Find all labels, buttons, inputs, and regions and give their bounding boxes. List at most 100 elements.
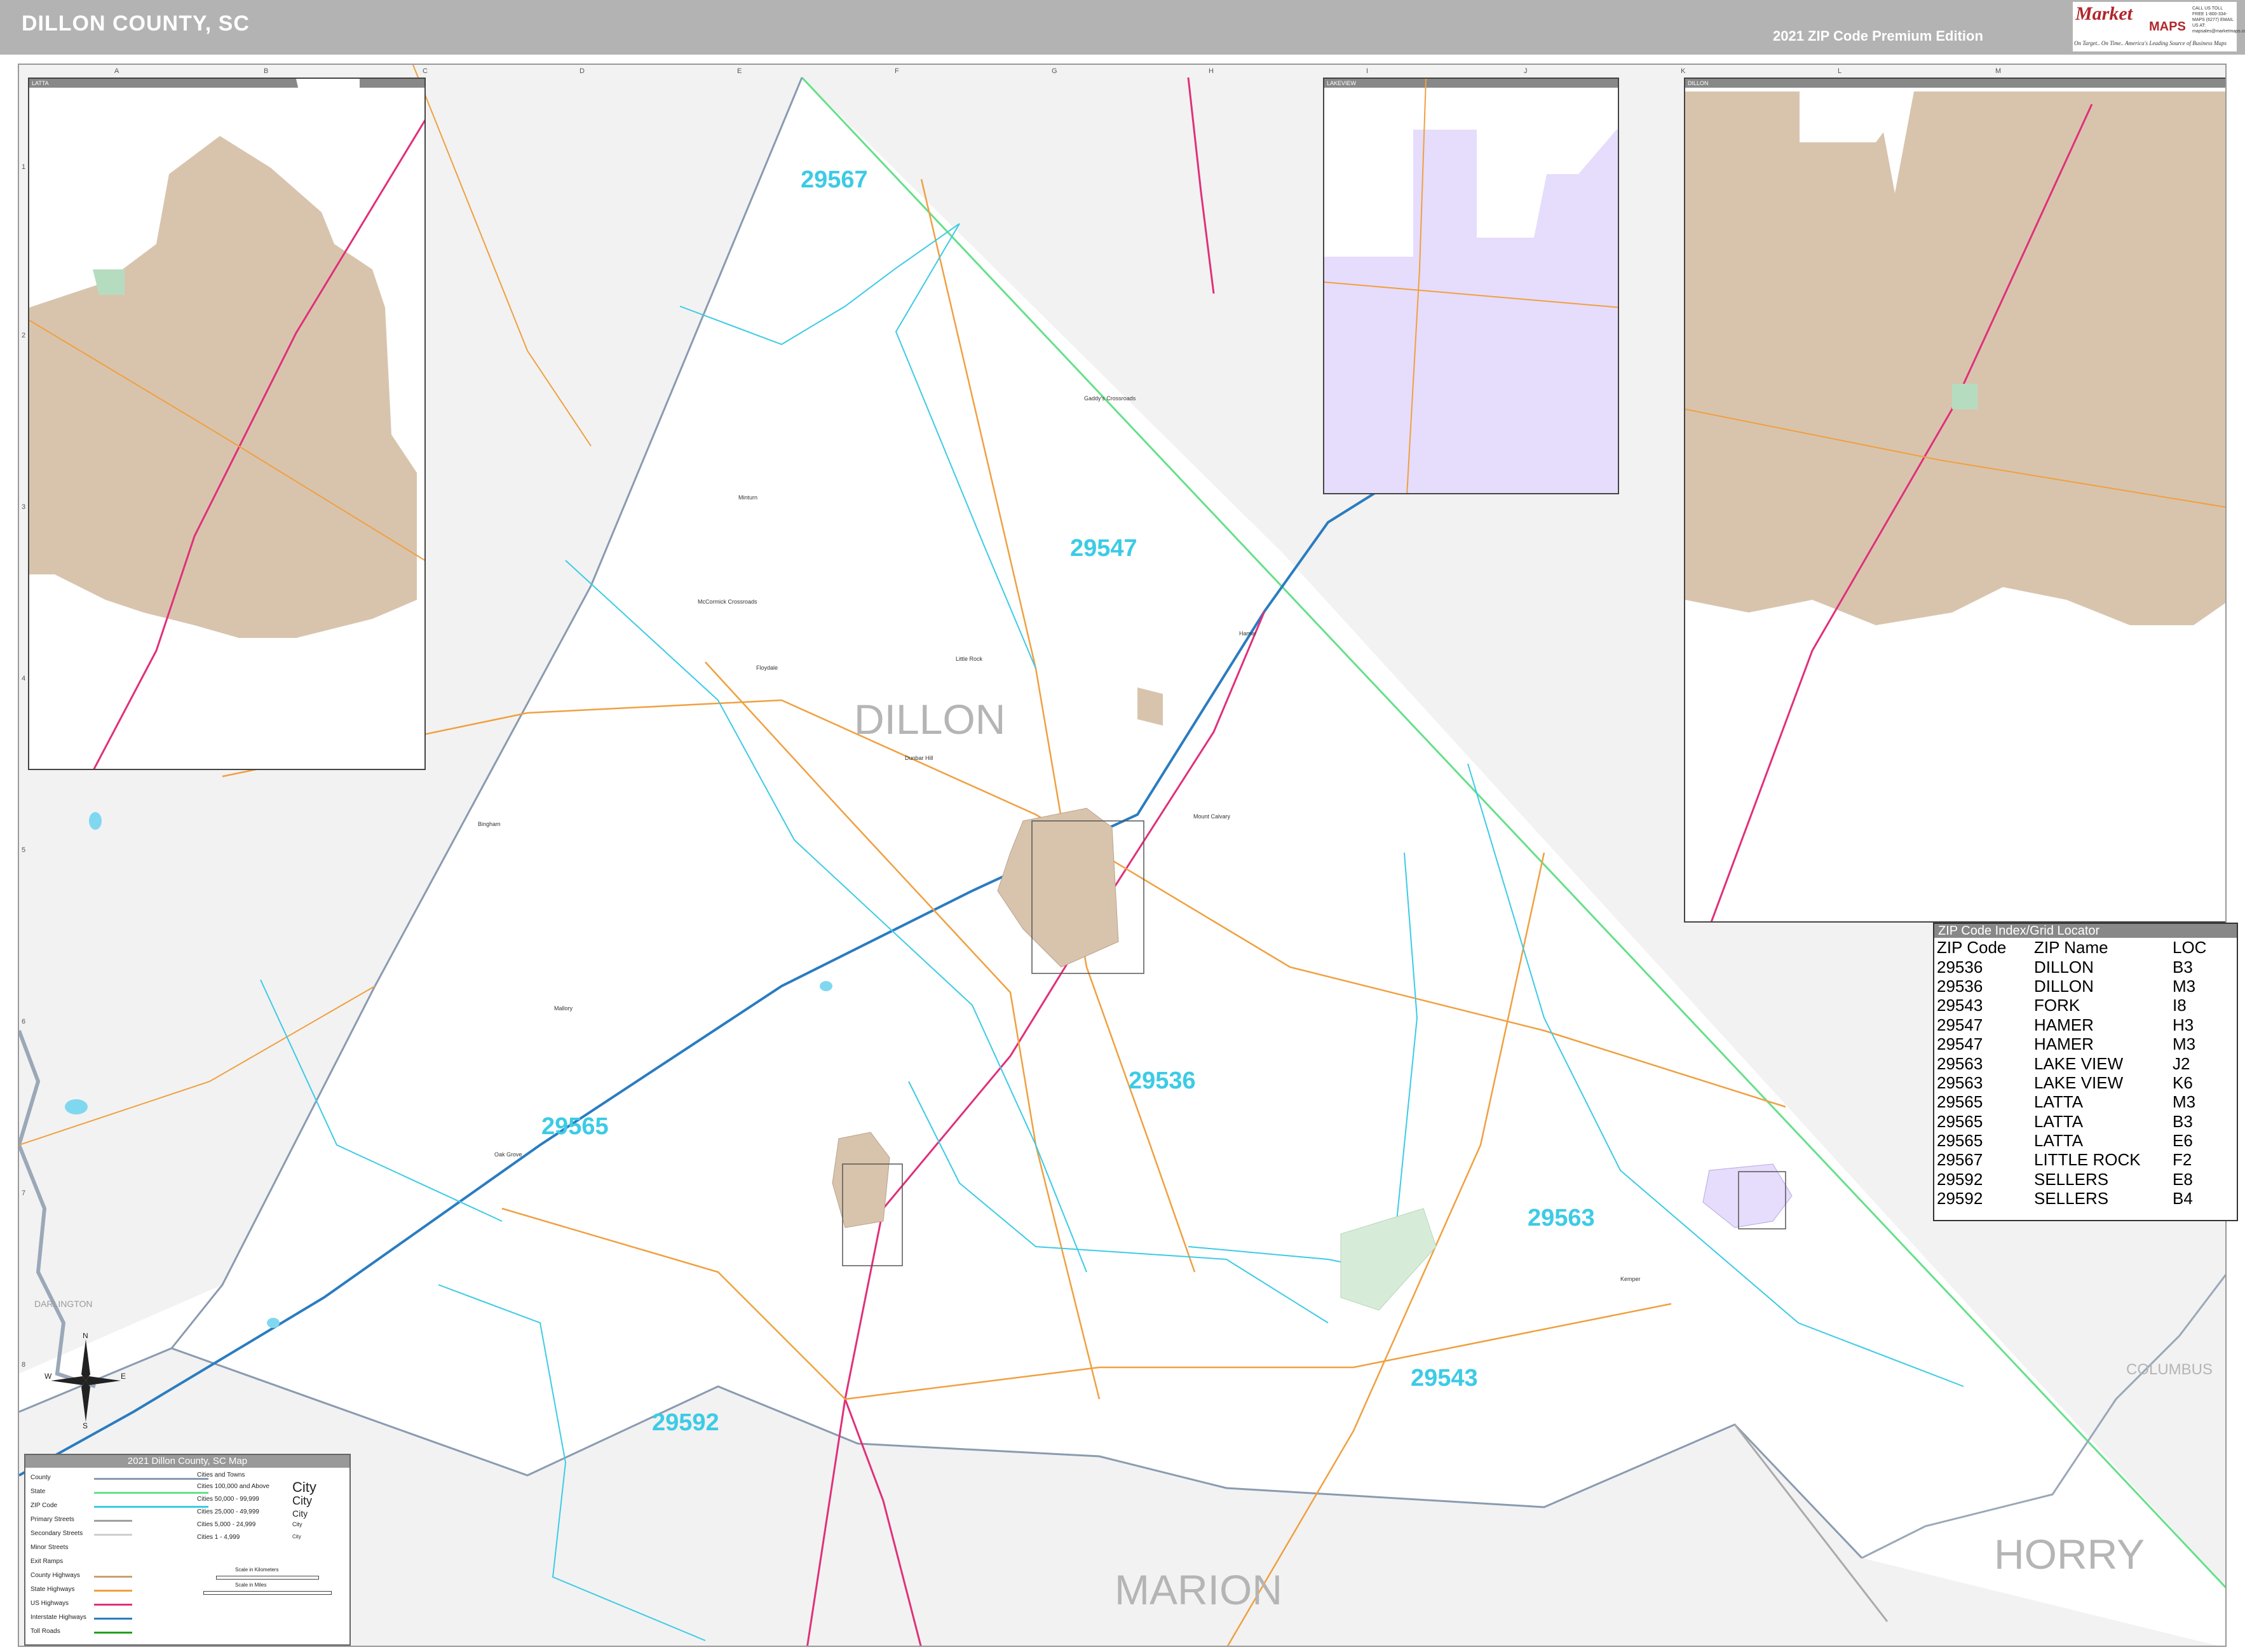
- county-label-marion: MARION: [1115, 1566, 1282, 1613]
- grid-col-h: H: [1209, 67, 1214, 75]
- place-label: Little Rock: [956, 656, 983, 662]
- legend-item: County: [31, 1474, 51, 1481]
- legend-swatch-state: [94, 1492, 208, 1494]
- zip-loc-cell: B3: [2173, 957, 2193, 977]
- zip-code-cell: 29592: [1937, 1169, 1983, 1189]
- grid-col-c: C: [423, 67, 428, 75]
- map-legend: 2021 Dillon County, SC Map County State …: [24, 1454, 351, 1646]
- compass-w: W: [44, 1372, 52, 1381]
- edition-label: 2021 ZIP Code Premium Edition: [1773, 28, 1983, 44]
- zip-name-cell: HAMER: [2034, 1015, 2094, 1034]
- grid-col-a: A: [114, 67, 119, 75]
- place-label: Minturn: [738, 494, 758, 501]
- zip-loc-cell: H3: [2173, 1015, 2194, 1034]
- legend-item: State: [31, 1488, 46, 1495]
- inset-latta[interactable]: LATTA: [28, 78, 426, 770]
- table-row: 29592 SELLERS B4: [1934, 1189, 2237, 1208]
- zip-code-cell: 29563: [1937, 1053, 1983, 1073]
- inset-lakeview[interactable]: LAKEVIEW: [1323, 78, 1619, 494]
- legend-title: 2021 Dillon County, SC Map: [25, 1455, 349, 1468]
- zip-label-29567: 29567: [801, 166, 868, 193]
- inset-dillon[interactable]: DILLON: [1684, 78, 2225, 923]
- zip-label-29547: 29547: [1070, 535, 1137, 562]
- zip-loc-cell: K6: [2173, 1073, 2193, 1092]
- grid-row-2: 2: [22, 332, 26, 339]
- zip-name-cell: DILLON: [2034, 976, 2094, 996]
- zip-name-cell: LAKE VIEW: [2034, 1053, 2124, 1073]
- grid-row-5: 5: [22, 846, 26, 854]
- grid-row-8: 8: [22, 1361, 26, 1369]
- legend-swatch-us-hwy: [94, 1604, 132, 1606]
- place-label: Bingham: [478, 821, 501, 827]
- compass-n: N: [83, 1333, 88, 1340]
- zip-code-cell: 29547: [1937, 1034, 1983, 1054]
- place-label: Kemper: [1620, 1276, 1641, 1282]
- legend-cities-heading: Cities and Towns: [197, 1472, 245, 1479]
- table-row: 29536 DILLON M3: [1934, 977, 2237, 996]
- inset-latta-map: [29, 79, 424, 769]
- legend-scale-km: Scale in Kilometers: [235, 1567, 279, 1573]
- table-row: 29547 HAMER M3: [1934, 1034, 2237, 1053]
- grid-col-f: F: [895, 67, 899, 75]
- zip-name-cell: DILLON: [2034, 957, 2094, 977]
- legend-city-class: Cities 1 - 4,999: [197, 1534, 240, 1541]
- place-label: Mount Calvary: [1193, 813, 1231, 820]
- place-label: Gaddy's Crossroads: [1084, 395, 1136, 402]
- place-label: Mallory: [554, 1005, 573, 1012]
- legend-city-sample: City: [292, 1521, 302, 1527]
- zip-loc-cell: M3: [2173, 1092, 2196, 1112]
- legend-item: ZIP Code: [31, 1502, 58, 1509]
- grid-row-1: 1: [22, 163, 26, 171]
- inset-lakeview-map: [1324, 79, 1618, 493]
- zip-name-cell: FORK: [2034, 996, 2080, 1015]
- zip-name-cell: LATTA: [2034, 1131, 2084, 1151]
- table-row: 29547 HAMER H3: [1934, 1015, 2237, 1034]
- logo-contact: CALL US TOLL FREE 1-800-334-MAPS (6277) …: [2192, 6, 2245, 34]
- table-row: 29592 SELLERS E8: [1934, 1170, 2237, 1189]
- logo-brand-bottom: MAPS: [2149, 20, 2186, 34]
- zip-label-29565: 29565: [541, 1113, 609, 1140]
- table-row: 29565 LATTA B3: [1934, 1112, 2237, 1131]
- zip-code-cell: 29536: [1937, 957, 1983, 977]
- zip-loc-cell: M3: [2173, 976, 2196, 996]
- place-label: Floydale: [756, 665, 778, 671]
- county-label-columbus: COLUMBUS: [2126, 1361, 2213, 1378]
- zip-index-col: ZIP Code: [1937, 938, 2007, 958]
- zip-index-panel: ZIP Code Index/Grid Locator ZIP Code ZIP…: [1933, 923, 2238, 1221]
- zip-code-cell: 29536: [1937, 976, 1983, 996]
- legend-swatch-state-hwy: [94, 1590, 132, 1592]
- legend-swatch-interstate: [94, 1618, 132, 1620]
- county-label-darlington: DARLINGTON: [34, 1299, 93, 1309]
- zip-loc-cell: E8: [2173, 1169, 2193, 1189]
- zip-label-29592: 29592: [652, 1409, 719, 1436]
- legend-item: Toll Roads: [31, 1628, 60, 1635]
- zip-code-cell: 29567: [1937, 1150, 1983, 1170]
- zip-name-cell: LATTA: [2034, 1111, 2084, 1131]
- zip-label-29536: 29536: [1129, 1067, 1196, 1094]
- compass-s: S: [83, 1421, 88, 1428]
- legend-swatch-primary: [94, 1520, 132, 1522]
- zip-name-cell: HAMER: [2034, 1034, 2094, 1054]
- zip-code-cell: 29547: [1937, 1015, 1983, 1034]
- map-area[interactable]: A B C D E F G H I J K L M 1 2 3 4 5 6 7 …: [18, 64, 2227, 1647]
- zip-loc-cell: M3: [2173, 1034, 2196, 1054]
- header-bar: DILLON COUNTY, SC 2021 ZIP Code Premium …: [0, 0, 2245, 55]
- zip-index-title: ZIP Code Index/Grid Locator: [1934, 924, 2237, 938]
- legend-swatch-zip: [94, 1506, 208, 1508]
- zip-code-cell: 29543: [1937, 996, 1983, 1015]
- legend-item: Minor Streets: [31, 1544, 69, 1551]
- place-label: Oak Grove: [494, 1151, 522, 1158]
- zip-loc-cell: J2: [2173, 1053, 2190, 1073]
- place-label: Dunbar Hill: [905, 755, 933, 761]
- table-row: 29563 LAKE VIEW K6: [1934, 1073, 2237, 1092]
- zip-loc-cell: F2: [2173, 1150, 2192, 1170]
- grid-col-k: K: [1681, 67, 1686, 75]
- grid-row-6: 6: [22, 1018, 26, 1026]
- zip-name-cell: LATTA: [2034, 1092, 2084, 1112]
- grid-row-3: 3: [22, 503, 26, 511]
- legend-city-sample: City: [292, 1508, 308, 1519]
- legend-city-sample: City: [292, 1534, 301, 1540]
- inset-dillon-map: [1685, 91, 2225, 921]
- logo-tagline: On Target.. On Time.. America's Leading …: [2074, 40, 2227, 46]
- zip-index-col: LOC: [2173, 938, 2207, 958]
